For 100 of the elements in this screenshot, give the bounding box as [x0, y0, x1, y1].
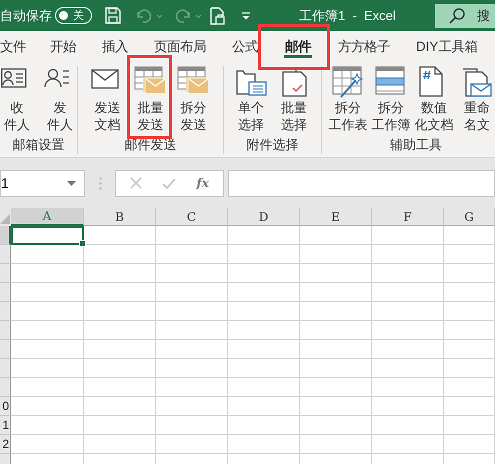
grid-cell[interactable] — [228, 302, 300, 321]
ribbon-button[interactable]: 拆分 工作表 — [330, 66, 366, 136]
row-header[interactable] — [0, 359, 11, 378]
grid-cell[interactable] — [372, 283, 444, 302]
grid-cell[interactable] — [156, 359, 228, 378]
autosave-toggle[interactable]: 关 — [55, 7, 92, 24]
grid-cell[interactable] — [11, 283, 84, 302]
grid-cell[interactable] — [11, 435, 84, 454]
column-header[interactable]: B — [84, 208, 156, 226]
ribbon-button[interactable]: 收 件人 — [0, 66, 35, 136]
grid-cell[interactable] — [84, 435, 156, 454]
drag-handle-icon[interactable] — [99, 176, 102, 190]
grid-cell[interactable] — [372, 226, 444, 245]
grid-cell[interactable] — [84, 245, 156, 264]
grid-cell[interactable] — [84, 397, 156, 416]
cancel-icon[interactable] — [130, 177, 142, 189]
ribbon-tab[interactable]: 邮件 — [284, 36, 312, 58]
column-header[interactable]: E — [300, 208, 372, 226]
row-header[interactable]: 0 — [0, 397, 11, 416]
ribbon-tab[interactable]: 开始 — [50, 31, 76, 62]
ribbon-button[interactable]: 拆分 工作簿 — [373, 66, 409, 136]
insert-function-button[interactable]: fx — [196, 176, 209, 190]
row-header[interactable] — [0, 245, 11, 264]
ribbon-button[interactable]: 拆分 发送 — [175, 66, 212, 136]
active-cell[interactable] — [11, 226, 84, 245]
grid-cell[interactable] — [84, 416, 156, 435]
grid-cell[interactable] — [300, 340, 372, 359]
row-header[interactable] — [0, 264, 11, 283]
ribbon-button[interactable]: 批量 发送 — [132, 66, 168, 136]
print-preview-icon[interactable] — [210, 6, 225, 24]
column-header[interactable]: C — [156, 208, 228, 226]
grid-cell[interactable] — [300, 378, 372, 397]
grid-cell[interactable] — [444, 264, 495, 283]
search-field[interactable]: 搜 — [435, 4, 495, 28]
grid-cell[interactable] — [156, 245, 228, 264]
grid-cell[interactable] — [11, 340, 84, 359]
undo-icon[interactable] — [135, 8, 163, 24]
grid-cell[interactable] — [156, 397, 228, 416]
grid-cell[interactable] — [444, 245, 495, 264]
grid-cell[interactable] — [228, 321, 300, 340]
column-header[interactable]: A — [11, 208, 84, 226]
grid-cell[interactable] — [84, 226, 156, 245]
row-header[interactable] — [0, 321, 11, 340]
grid-cell[interactable] — [84, 359, 156, 378]
grid-cell[interactable] — [300, 245, 372, 264]
grid-cell[interactable] — [444, 435, 495, 454]
grid-cell[interactable] — [11, 321, 84, 340]
grid-cell[interactable] — [300, 264, 372, 283]
grid-cell[interactable] — [372, 435, 444, 454]
row-header[interactable] — [0, 283, 11, 302]
grid-cell[interactable] — [156, 226, 228, 245]
grid-cell[interactable] — [300, 321, 372, 340]
grid-cell[interactable] — [84, 321, 156, 340]
grid-cell[interactable] — [444, 378, 495, 397]
grid-cell[interactable] — [228, 226, 300, 245]
grid-cell[interactable] — [444, 302, 495, 321]
grid-cell[interactable] — [156, 302, 228, 321]
grid-cell[interactable] — [300, 359, 372, 378]
grid-cell[interactable] — [84, 378, 156, 397]
grid-cell[interactable] — [11, 416, 84, 435]
name-box[interactable]: 1 — [0, 170, 85, 196]
customize-dropdown-icon[interactable] — [241, 12, 251, 20]
grid-cell[interactable] — [156, 416, 228, 435]
row-header[interactable] — [0, 226, 11, 245]
row-header[interactable] — [0, 302, 11, 321]
grid-cell[interactable] — [372, 359, 444, 378]
grid-cell[interactable] — [228, 340, 300, 359]
grid-cell[interactable] — [11, 264, 84, 283]
ribbon-button[interactable]: 发送 文档 — [89, 66, 126, 136]
ribbon-button[interactable]: 数值 化文档 — [416, 66, 452, 136]
grid-cell[interactable] — [444, 321, 495, 340]
grid-cell[interactable] — [228, 283, 300, 302]
column-header[interactable]: D — [228, 208, 300, 226]
ribbon-tab[interactable]: 页面布局 — [154, 31, 206, 62]
ribbon-tab[interactable]: 公式 — [232, 31, 258, 62]
grid-cell[interactable] — [156, 340, 228, 359]
grid-cell[interactable] — [11, 397, 84, 416]
select-all-icon[interactable] — [0, 208, 11, 226]
ribbon-button[interactable]: 批量 选择 — [276, 66, 312, 136]
grid-cell[interactable] — [444, 340, 495, 359]
ribbon-tab[interactable]: DIY工具箱 — [416, 31, 478, 62]
ribbon-tab[interactable]: 插入 — [102, 31, 128, 62]
grid-cell[interactable] — [372, 397, 444, 416]
grid-cell[interactable] — [84, 302, 156, 321]
ribbon-tab[interactable]: 文件 — [0, 31, 26, 62]
grid-cell[interactable] — [372, 416, 444, 435]
grid-cell[interactable] — [444, 416, 495, 435]
grid-cell[interactable] — [228, 397, 300, 416]
ribbon-button[interactable]: 重命 名文 — [459, 66, 495, 136]
grid-cell[interactable] — [11, 378, 84, 397]
grid-cell[interactable] — [444, 359, 495, 378]
grid-cell[interactable] — [84, 283, 156, 302]
grid-cell[interactable] — [11, 302, 84, 321]
row-header[interactable]: 2 — [0, 435, 11, 454]
grid-cell[interactable] — [300, 397, 372, 416]
column-header[interactable]: G — [444, 208, 495, 226]
grid-cell[interactable] — [156, 321, 228, 340]
grid-cell[interactable] — [300, 226, 372, 245]
row-header[interactable] — [0, 340, 11, 359]
grid-cell[interactable] — [228, 264, 300, 283]
